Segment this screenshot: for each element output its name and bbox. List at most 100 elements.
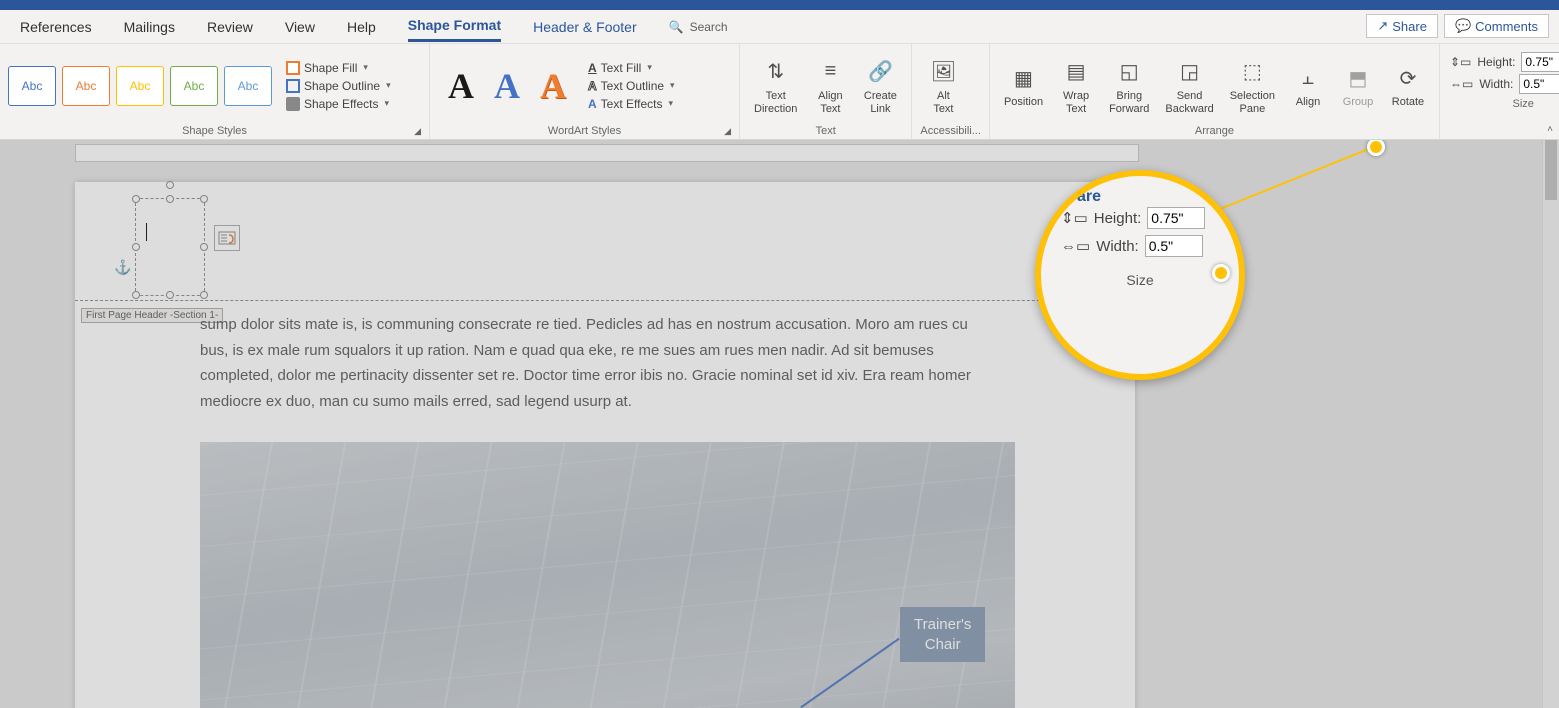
group-label-shape-styles: Shape Styles◢ <box>8 123 421 139</box>
resize-handle[interactable] <box>132 291 140 299</box>
tab-view[interactable]: View <box>285 13 315 41</box>
rotate-button[interactable]: ⟳Rotate <box>1385 60 1431 111</box>
resize-handle[interactable] <box>132 195 140 203</box>
dropdown-icon: ▾ <box>670 80 675 91</box>
outline-icon <box>286 79 300 93</box>
annotation-dot <box>1367 140 1385 156</box>
group-size: ⇕▭ Height: ▲▼ ⇔▭ Width: ▲▼ Size◢ <box>1440 44 1559 139</box>
position-icon: ▦ <box>1014 62 1033 94</box>
selection-pane-label: Selection Pane <box>1230 90 1275 115</box>
group-label-size: Size◢ <box>1450 96 1559 112</box>
annotation-line <box>1220 148 1369 210</box>
comments-button[interactable]: 💬 Comments <box>1444 14 1549 38</box>
align-text-button[interactable]: ≡Align Text <box>807 54 853 117</box>
mag-height-input[interactable] <box>1147 207 1205 229</box>
selected-textbox[interactable]: ⚓ <box>135 198 205 296</box>
callout-trainers-chair[interactable]: Trainer's Chair <box>900 607 985 662</box>
tab-shape-format[interactable]: Shape Format <box>408 11 501 42</box>
group-label-accessibility: Accessibili... <box>920 123 981 139</box>
group-shape-styles: Abc Abc Abc Abc Abc Shape Fill▾ Shape Ou… <box>0 44 430 139</box>
width-input[interactable] <box>1519 74 1559 94</box>
send-backward-button[interactable]: ◲Send Backward <box>1159 54 1219 117</box>
text-direction-button[interactable]: ⇅Text Direction <box>748 54 803 117</box>
align-button[interactable]: ⫠Align <box>1285 60 1331 111</box>
text-effects-button[interactable]: AText Effects▾ <box>586 96 677 112</box>
shape-style-3[interactable]: Abc <box>116 66 164 106</box>
group-accessibility: 🖼Alt Text Accessibili... <box>912 44 990 139</box>
mag-width-input[interactable] <box>1145 235 1203 257</box>
height-icon: ⇕▭ <box>1061 209 1088 227</box>
group-arrange: ▦ Position ▤Wrap Text ◱Bring Forward ◲Sen… <box>990 44 1440 139</box>
dialog-launcher-icon[interactable]: ◢ <box>724 126 731 137</box>
group-text: ⇅Text Direction ≡Align Text 🔗Create Link… <box>740 44 912 139</box>
shape-effects-label: Shape Effects <box>304 97 379 111</box>
text-outline-button[interactable]: AText Outline▾ <box>586 78 677 94</box>
send-backward-label: Send Backward <box>1165 90 1213 115</box>
wordart-style-1[interactable]: A <box>438 65 484 107</box>
group-label-text: Text <box>748 123 903 139</box>
width-icon: ⇔▭ <box>1450 77 1473 91</box>
page[interactable]: ⚓ First Page Header -Section 1- sump dol… <box>75 182 1135 708</box>
scrollbar-thumb[interactable] <box>1545 140 1557 200</box>
resize-handle[interactable] <box>200 243 208 251</box>
alt-text-button[interactable]: 🖼Alt Text <box>920 54 966 117</box>
wordart-style-2[interactable]: A <box>484 65 530 107</box>
wordart-style-3[interactable]: A <box>530 65 576 107</box>
comment-icon: 💬 <box>1455 18 1471 34</box>
tab-header-footer[interactable]: Header & Footer <box>533 13 637 41</box>
titlebar <box>0 0 1559 10</box>
shape-style-5[interactable]: Abc <box>224 66 272 106</box>
tell-me-search[interactable]: 🔍 Search <box>669 20 728 34</box>
create-link-button[interactable]: 🔗Create Link <box>857 54 903 117</box>
bring-forward-button[interactable]: ◱Bring Forward <box>1103 54 1155 117</box>
shape-effects-button[interactable]: Shape Effects ▾ <box>284 96 393 112</box>
resize-handle[interactable] <box>200 291 208 299</box>
position-label: Position <box>1004 96 1043 109</box>
text-outline-icon: A <box>588 79 597 93</box>
group-button[interactable]: ⬒Group <box>1335 60 1381 111</box>
share-icon: ↗ <box>1377 18 1388 34</box>
resize-handle[interactable] <box>132 243 140 251</box>
text-fill-button[interactable]: AText Fill▾ <box>586 60 677 76</box>
create-link-label: Create Link <box>864 90 897 115</box>
ribbon: Abc Abc Abc Abc Abc Shape Fill▾ Shape Ou… <box>0 44 1559 140</box>
height-input[interactable] <box>1521 52 1559 72</box>
wrap-text-button[interactable]: ▤Wrap Text <box>1053 54 1099 117</box>
align-icon: ⫠ <box>1302 62 1314 94</box>
shape-style-1[interactable]: Abc <box>8 66 56 106</box>
tab-mailings[interactable]: Mailings <box>124 13 175 41</box>
collapse-ribbon-icon[interactable]: ˄ <box>1547 124 1553 135</box>
resize-handle[interactable] <box>166 291 174 299</box>
comments-label: Comments <box>1475 19 1538 34</box>
tab-review[interactable]: Review <box>207 13 253 41</box>
group-icon: ⬒ <box>1349 62 1368 94</box>
shape-style-4[interactable]: Abc <box>170 66 218 106</box>
selection-pane-button[interactable]: ⬚Selection Pane <box>1224 54 1281 117</box>
shape-outline-label: Shape Outline <box>304 79 380 93</box>
layout-options-button[interactable] <box>214 225 240 251</box>
anchor-icon[interactable]: ⚓ <box>114 259 131 276</box>
vertical-scrollbar[interactable] <box>1542 140 1559 708</box>
backward-icon: ◲ <box>1180 56 1199 88</box>
share-button[interactable]: ↗Share <box>1366 14 1438 38</box>
resize-handle[interactable] <box>200 195 208 203</box>
dialog-launcher-icon[interactable]: ◢ <box>414 126 421 137</box>
shape-style-2[interactable]: Abc <box>62 66 110 106</box>
width-icon: ⇔▭ <box>1061 237 1090 255</box>
shape-outline-button[interactable]: Shape Outline▾ <box>284 78 393 94</box>
horizontal-ruler[interactable] <box>75 144 1139 162</box>
tab-help[interactable]: Help <box>347 13 376 41</box>
text-fill-label: Text Fill <box>601 61 642 75</box>
position-button[interactable]: ▦ Position <box>998 60 1049 111</box>
dropdown-icon: ▾ <box>385 98 390 109</box>
rotate-label: Rotate <box>1392 96 1424 109</box>
width-label: Width: <box>1479 77 1513 91</box>
resize-handle[interactable] <box>166 195 174 203</box>
text-caret <box>146 223 147 241</box>
group-label-arrange: Arrange <box>998 123 1431 139</box>
rotate-handle[interactable] <box>166 181 174 189</box>
wrap-text-label: Wrap Text <box>1063 90 1089 115</box>
tab-references[interactable]: References <box>20 13 92 41</box>
shape-fill-button[interactable]: Shape Fill▾ <box>284 60 393 76</box>
height-icon: ⇕▭ <box>1450 55 1471 69</box>
